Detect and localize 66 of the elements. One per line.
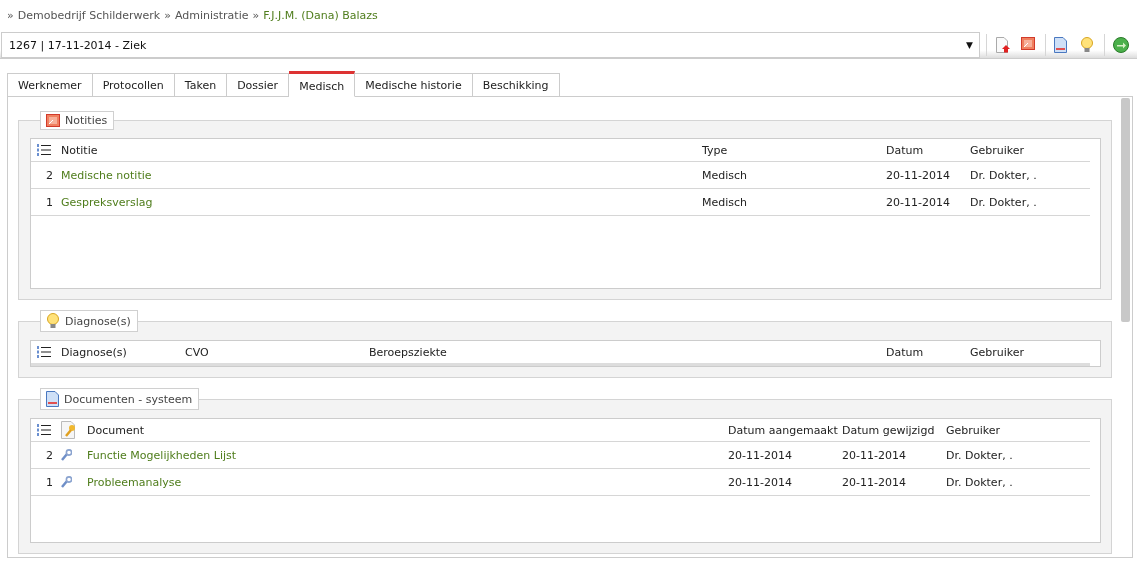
tab[interactable]: Werknemer bbox=[7, 73, 93, 97]
lightbulb-icon bbox=[1080, 37, 1094, 53]
table-cell-text: Dr. Dokter, . bbox=[970, 195, 1038, 209]
tab[interactable]: Medische historie bbox=[355, 73, 473, 97]
tab[interactable]: Taken bbox=[174, 73, 228, 97]
note-icon bbox=[46, 114, 60, 127]
table-cell-text: 20-11-2014 bbox=[842, 448, 907, 462]
tab[interactable]: Dossier bbox=[227, 73, 290, 97]
breadcrumb-link[interactable]: Demobedrijf Schilderwerk bbox=[17, 9, 161, 23]
lightbulb-icon bbox=[46, 313, 60, 329]
breadcrumb-separator: » bbox=[164, 9, 171, 23]
case-dropdown[interactable]: 1267 | 17-11-2014 - Ziek ▼ bbox=[1, 32, 980, 58]
tab[interactable]: Medisch bbox=[289, 71, 356, 97]
row-number: 2 bbox=[45, 448, 54, 462]
column-header: Datum gewijzigd bbox=[842, 423, 936, 437]
column-header: Datum bbox=[886, 143, 925, 157]
column-header: Gebruiker bbox=[970, 345, 1026, 359]
tab[interactable]: Protocollen bbox=[92, 73, 175, 97]
breadcrumb-link[interactable]: F.J.J.M. (Dana) Balazs bbox=[263, 9, 378, 23]
note-icon bbox=[1021, 37, 1035, 50]
row-number: 1 bbox=[45, 195, 54, 209]
numbered-list-icon bbox=[37, 144, 51, 156]
column-header: Diagnose(s) bbox=[61, 345, 128, 359]
table-cell-text: Dr. Dokter, . bbox=[970, 168, 1038, 182]
row-title-link[interactable]: Probleemanalyse bbox=[87, 475, 182, 489]
column-header: Notitie bbox=[61, 143, 99, 157]
document-icon bbox=[46, 391, 59, 407]
table-cell-text: Dr. Dokter, . bbox=[946, 448, 1014, 462]
table-cell-text: 20-11-2014 bbox=[886, 168, 951, 182]
numbered-list-icon bbox=[37, 346, 51, 358]
table-cell-text: 20-11-2014 bbox=[728, 475, 793, 489]
breadcrumb-separator: » bbox=[7, 9, 14, 23]
globe-button[interactable] bbox=[1111, 35, 1131, 55]
section-title: Documenten - systeem bbox=[64, 392, 193, 406]
document-upload-icon bbox=[995, 37, 1011, 53]
scrollbar-thumb[interactable] bbox=[1121, 98, 1130, 322]
table-cell-text: 20-11-2014 bbox=[842, 475, 907, 489]
table-cell-text: Medisch bbox=[702, 168, 749, 182]
column-header: CVO bbox=[185, 345, 210, 359]
table-cell-text: Dr. Dokter, . bbox=[946, 475, 1014, 489]
upload-button[interactable] bbox=[993, 35, 1013, 55]
wrench-icon bbox=[61, 476, 72, 488]
document-key-icon bbox=[61, 421, 77, 439]
column-header: Gebruiker bbox=[970, 143, 1026, 157]
row-number: 1 bbox=[45, 475, 54, 489]
numbered-list-icon bbox=[37, 424, 51, 436]
row-number: 2 bbox=[45, 168, 54, 182]
column-header: Type bbox=[702, 143, 729, 157]
table-cell-text: 20-11-2014 bbox=[886, 195, 951, 209]
breadcrumb-link[interactable]: Administratie bbox=[174, 9, 249, 23]
section-title: Notities bbox=[65, 114, 108, 127]
row-title-link[interactable]: Medische notitie bbox=[61, 168, 152, 182]
column-header: Datum bbox=[886, 345, 925, 359]
column-header: Document bbox=[87, 423, 145, 437]
breadcrumb-separator: » bbox=[252, 9, 260, 23]
table-cell-text: 20-11-2014 bbox=[728, 448, 793, 462]
row-title-link[interactable]: Gespreksverslag bbox=[61, 195, 153, 209]
section-title: Diagnose(s) bbox=[65, 314, 131, 328]
tab[interactable]: Beschikking bbox=[472, 73, 560, 97]
column-header: Gebruiker bbox=[946, 423, 1002, 437]
wrench-icon bbox=[61, 449, 72, 461]
document-icon bbox=[1054, 37, 1067, 53]
row-title-link[interactable]: Functie Mogelijkheden Lijst bbox=[87, 448, 237, 462]
column-header: Datum aangemaakt bbox=[728, 423, 839, 437]
column-header: Beroepsziekte bbox=[369, 345, 448, 359]
table-cell-text: Medisch bbox=[702, 195, 749, 209]
